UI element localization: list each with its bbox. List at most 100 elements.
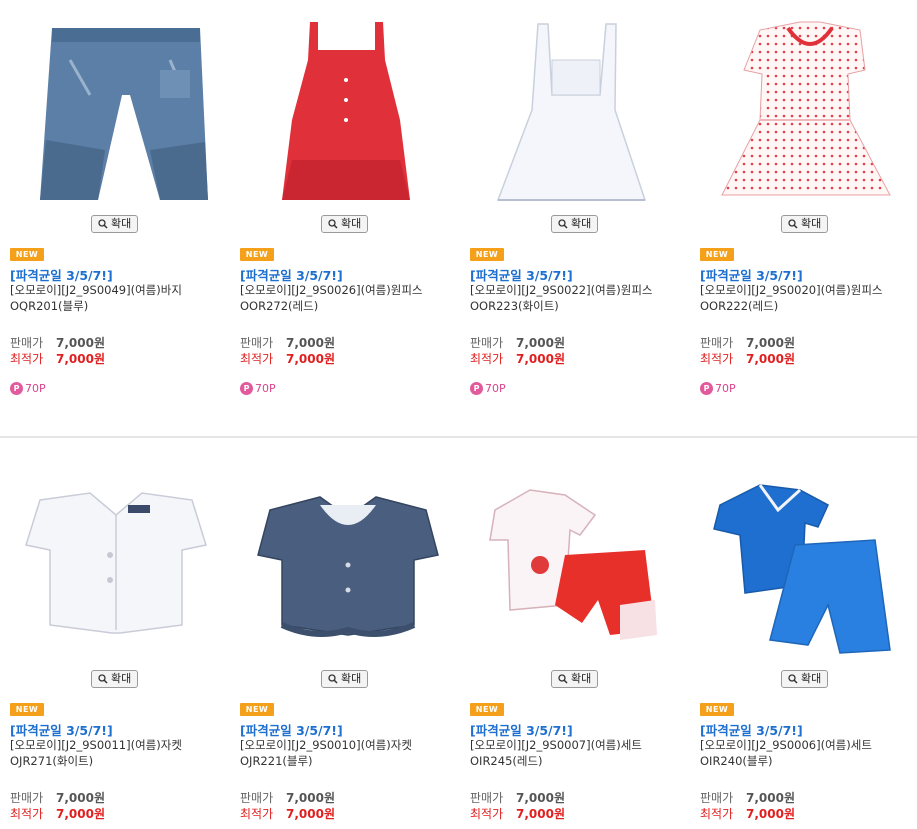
magnifier-icon <box>328 219 338 229</box>
sale-price-label: 판매가 <box>240 336 274 350</box>
new-badge: NEW <box>470 703 504 716</box>
new-badge: NEW <box>10 703 44 716</box>
sale-price-label: 판매가 <box>470 791 504 805</box>
product-name[interactable]: [오모로이][J2_9S0010](여름)자켓OJR221(블루) <box>240 737 450 769</box>
best-price: 최적가 7,000원 <box>700 350 795 367</box>
best-price: 최적가 7,000원 <box>470 805 565 822</box>
magnifier-icon <box>788 219 798 229</box>
points-value: 70P <box>255 382 276 395</box>
sale-price-label: 판매가 <box>10 791 44 805</box>
sale-price-value: 7,000원 <box>516 336 565 350</box>
best-price: 최적가 7,000원 <box>10 805 105 822</box>
product-name[interactable]: [오모로이][J2_9S0007](여름)세트OIR245(레드) <box>470 737 680 769</box>
sale-price: 판매가 7,000원 <box>700 789 795 806</box>
points: P 70P <box>240 382 276 395</box>
sale-price-label: 판매가 <box>10 336 44 350</box>
white-jacket-image[interactable] <box>10 455 225 667</box>
sale-price-value: 7,000원 <box>286 336 335 350</box>
magnifier-icon <box>558 674 568 684</box>
product-name[interactable]: [오모로이][J2_9S0026](여름)원피스OOR272(레드) <box>240 282 450 314</box>
zoom-button[interactable]: 확대 <box>91 215 139 233</box>
sale-price: 판매가 7,000원 <box>700 334 795 351</box>
blue-set-image[interactable] <box>700 455 915 667</box>
sale-price-value: 7,000원 <box>56 336 105 350</box>
magnifier-icon <box>328 674 338 684</box>
zoom-label: 확대 <box>111 217 132 230</box>
white-dress-image[interactable] <box>470 0 685 212</box>
red-set-image[interactable] <box>470 455 685 667</box>
zoom-label: 확대 <box>111 672 132 685</box>
points-value: 70P <box>485 382 506 395</box>
sale-price: 판매가 7,000원 <box>10 334 105 351</box>
sale-price-label: 판매가 <box>700 791 734 805</box>
best-price-label: 최적가 <box>10 807 44 821</box>
product-name[interactable]: [오모로이][J2_9S0049](여름)바지OQR201(블루) <box>10 282 220 314</box>
new-badge: NEW <box>240 248 274 261</box>
points: P 70P <box>470 382 506 395</box>
sale-price-label: 판매가 <box>470 336 504 350</box>
best-price-value: 7,000원 <box>516 807 565 821</box>
best-price: 최적가 7,000원 <box>240 350 335 367</box>
points: P 70P <box>700 382 736 395</box>
best-price-value: 7,000원 <box>56 807 105 821</box>
best-price-label: 최적가 <box>240 807 274 821</box>
best-price-value: 7,000원 <box>56 352 105 366</box>
zoom-label: 확대 <box>801 672 822 685</box>
new-badge: NEW <box>240 703 274 716</box>
best-price-value: 7,000원 <box>746 352 795 366</box>
product-name[interactable]: [오모로이][J2_9S0020](여름)원피스OOR222(레드) <box>700 282 910 314</box>
sale-price-label: 판매가 <box>700 336 734 350</box>
sale-price-value: 7,000원 <box>56 791 105 805</box>
sale-price-value: 7,000원 <box>286 791 335 805</box>
zoom-label: 확대 <box>801 217 822 230</box>
denim-jacket-image[interactable] <box>240 455 455 667</box>
best-price-label: 최적가 <box>10 352 44 366</box>
zoom-button[interactable]: 확대 <box>781 215 829 233</box>
best-price: 최적가 7,000원 <box>240 805 335 822</box>
product-name[interactable]: [오모로이][J2_9S0011](여름)자켓OJR271(화이트) <box>10 737 220 769</box>
best-price-label: 최적가 <box>240 352 274 366</box>
point-icon: P <box>700 382 713 395</box>
best-price: 최적가 7,000원 <box>700 805 795 822</box>
point-icon: P <box>10 382 23 395</box>
zoom-label: 확대 <box>341 672 362 685</box>
new-badge: NEW <box>700 703 734 716</box>
zoom-label: 확대 <box>571 672 592 685</box>
zoom-button[interactable]: 확대 <box>781 670 829 688</box>
zoom-button[interactable]: 확대 <box>321 670 369 688</box>
sale-price: 판매가 7,000원 <box>240 789 335 806</box>
new-badge: NEW <box>470 248 504 261</box>
points-value: 70P <box>715 382 736 395</box>
best-price-label: 최적가 <box>700 807 734 821</box>
jeans-image[interactable] <box>10 0 225 212</box>
sale-price-label: 판매가 <box>240 791 274 805</box>
best-price-label: 최적가 <box>470 352 504 366</box>
zoom-label: 확대 <box>341 217 362 230</box>
best-price-value: 7,000원 <box>286 352 335 366</box>
point-icon: P <box>240 382 253 395</box>
point-icon: P <box>470 382 483 395</box>
best-price-label: 최적가 <box>470 807 504 821</box>
red-dress-image[interactable] <box>240 0 455 212</box>
zoom-label: 확대 <box>571 217 592 230</box>
points: P 70P <box>10 382 46 395</box>
sale-price-value: 7,000원 <box>516 791 565 805</box>
new-badge: NEW <box>700 248 734 261</box>
magnifier-icon <box>98 219 108 229</box>
zoom-button[interactable]: 확대 <box>91 670 139 688</box>
zoom-button[interactable]: 확대 <box>551 215 599 233</box>
product-name[interactable]: [오모로이][J2_9S0006](여름)세트OIR240(블루) <box>700 737 910 769</box>
sale-price-value: 7,000원 <box>746 791 795 805</box>
polka-dress-image[interactable] <box>700 0 915 212</box>
zoom-button[interactable]: 확대 <box>321 215 369 233</box>
sale-price: 판매가 7,000원 <box>240 334 335 351</box>
product-name[interactable]: [오모로이][J2_9S0022](여름)원피스OOR223(화이트) <box>470 282 680 314</box>
sale-price: 판매가 7,000원 <box>10 789 105 806</box>
new-badge: NEW <box>10 248 44 261</box>
best-price-value: 7,000원 <box>516 352 565 366</box>
best-price: 최적가 7,000원 <box>10 350 105 367</box>
magnifier-icon <box>98 674 108 684</box>
best-price-label: 최적가 <box>700 352 734 366</box>
zoom-button[interactable]: 확대 <box>551 670 599 688</box>
points-value: 70P <box>25 382 46 395</box>
